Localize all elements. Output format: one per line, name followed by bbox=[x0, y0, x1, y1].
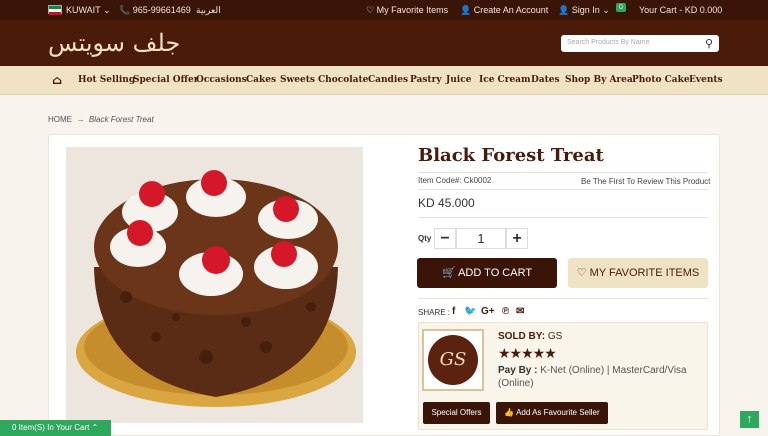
qty-input[interactable]: 1 bbox=[456, 228, 506, 249]
pay-methods: Pay By : K-Net (Online) | MasterCard/Vis… bbox=[498, 365, 687, 389]
item-code: Item Code#: Ck0002 bbox=[418, 176, 492, 185]
nav-item-sweets[interactable]: Sweets bbox=[280, 75, 315, 85]
product-image[interactable] bbox=[66, 147, 363, 423]
seller-name-link[interactable]: GS bbox=[548, 331, 562, 342]
product-price: KD 45.000 bbox=[418, 196, 475, 210]
add-to-cart-button[interactable]: 🛒 ADD TO CART bbox=[417, 258, 557, 288]
create-account-link[interactable]: 👤 Create An Account bbox=[460, 5, 548, 16]
thumbs-up-icon: 👍 bbox=[504, 408, 515, 417]
scroll-to-top-button[interactable]: ↑ bbox=[740, 411, 759, 428]
nav-item-photo-cake[interactable]: Photo Cake bbox=[632, 75, 690, 85]
nav-item-chocolate[interactable]: Chocolate bbox=[318, 75, 368, 85]
product-title: Black Forest Treat bbox=[418, 145, 604, 166]
share-label: SHARE : bbox=[418, 308, 451, 317]
nav-item-ice-cream[interactable]: Ice Cream bbox=[479, 75, 531, 85]
country-selector[interactable]: KUWAIT ⌄ bbox=[66, 5, 111, 16]
twitter-icon[interactable]: 🐦 bbox=[464, 306, 476, 317]
mini-cart-bar[interactable]: 0 Item(S) In Your Cart ⌃ bbox=[0, 420, 111, 436]
nav-item-candies[interactable]: Candies bbox=[368, 75, 408, 85]
sold-by: SOLD BY: GS bbox=[498, 331, 563, 342]
site-logo[interactable]: جلف سويتس bbox=[48, 29, 180, 57]
divider bbox=[418, 298, 708, 299]
cart-count-badge: 0 bbox=[616, 3, 626, 12]
qty-plus-button[interactable]: + bbox=[506, 228, 528, 249]
search-icon[interactable]: ⚲ bbox=[705, 37, 713, 50]
sign-in-link[interactable]: 👤 Sign In ⌄ bbox=[558, 5, 610, 16]
basket-icon: 🛒 bbox=[441, 267, 456, 279]
nav-item-events[interactable]: Events bbox=[689, 75, 723, 85]
language-link[interactable]: العربية bbox=[196, 5, 221, 16]
your-cart-link[interactable]: Your Cart - KD 0.000 bbox=[639, 5, 722, 15]
seller-logo[interactable]: GS bbox=[422, 329, 484, 391]
nav-item-pastry[interactable]: Pastry bbox=[410, 75, 442, 85]
nav-item-occasions[interactable]: Occasions bbox=[196, 75, 247, 85]
pinterest-icon[interactable]: ℗ bbox=[502, 306, 509, 317]
my-favorites-link[interactable]: ♡ My Favorite Items bbox=[366, 5, 448, 16]
main-nav: ⌂ Hot Selling Special Offer Occasions Ca… bbox=[0, 66, 768, 95]
google-plus-icon[interactable]: G+ bbox=[481, 306, 495, 317]
nav-item-juice[interactable]: Juice bbox=[446, 75, 471, 85]
home-icon[interactable]: ⌂ bbox=[52, 73, 62, 87]
qty-minus-button[interactable]: − bbox=[434, 228, 456, 249]
my-favorite-items-button[interactable]: ♡ MY FAVORITE ITEMS bbox=[568, 258, 708, 288]
seller-rating-stars: ★★★★★ bbox=[498, 345, 557, 361]
qty-label: Qty bbox=[418, 234, 432, 243]
nav-item-hot-selling[interactable]: Hot Selling bbox=[78, 75, 135, 85]
top-bar: KUWAIT ⌄ 📞 965-99661469 العربية ♡ My Fav… bbox=[0, 0, 768, 20]
breadcrumb-home[interactable]: HOME bbox=[48, 115, 72, 124]
divider bbox=[418, 172, 708, 173]
divider bbox=[418, 189, 708, 190]
facebook-icon[interactable]: f bbox=[452, 306, 455, 317]
add-favourite-seller-button[interactable]: 👍 Add As Favourite Seller bbox=[496, 402, 608, 424]
email-icon[interactable]: ✉ bbox=[516, 306, 524, 317]
review-link[interactable]: Be The First To Review This Product bbox=[581, 177, 710, 186]
divider bbox=[418, 217, 708, 218]
breadcrumb-arrow-icon: → bbox=[76, 115, 85, 124]
nav-item-dates[interactable]: Dates bbox=[531, 75, 560, 85]
breadcrumb: HOME → Black Forest Treat bbox=[48, 115, 154, 124]
kuwait-flag-icon bbox=[48, 5, 62, 15]
special-offers-button[interactable]: Special Offers bbox=[423, 402, 490, 424]
breadcrumb-current: Black Forest Treat bbox=[88, 115, 154, 124]
phone-number[interactable]: 📞 965-99661469 bbox=[119, 5, 191, 16]
search-input[interactable]: Search Products By Name ⚲ bbox=[561, 35, 719, 52]
nav-item-special-offer[interactable]: Special Offer bbox=[133, 75, 199, 85]
heart-icon: ♡ bbox=[576, 267, 587, 279]
nav-item-cakes[interactable]: Cakes bbox=[246, 75, 276, 85]
nav-item-shop-by-area[interactable]: Shop By Area bbox=[565, 75, 633, 85]
